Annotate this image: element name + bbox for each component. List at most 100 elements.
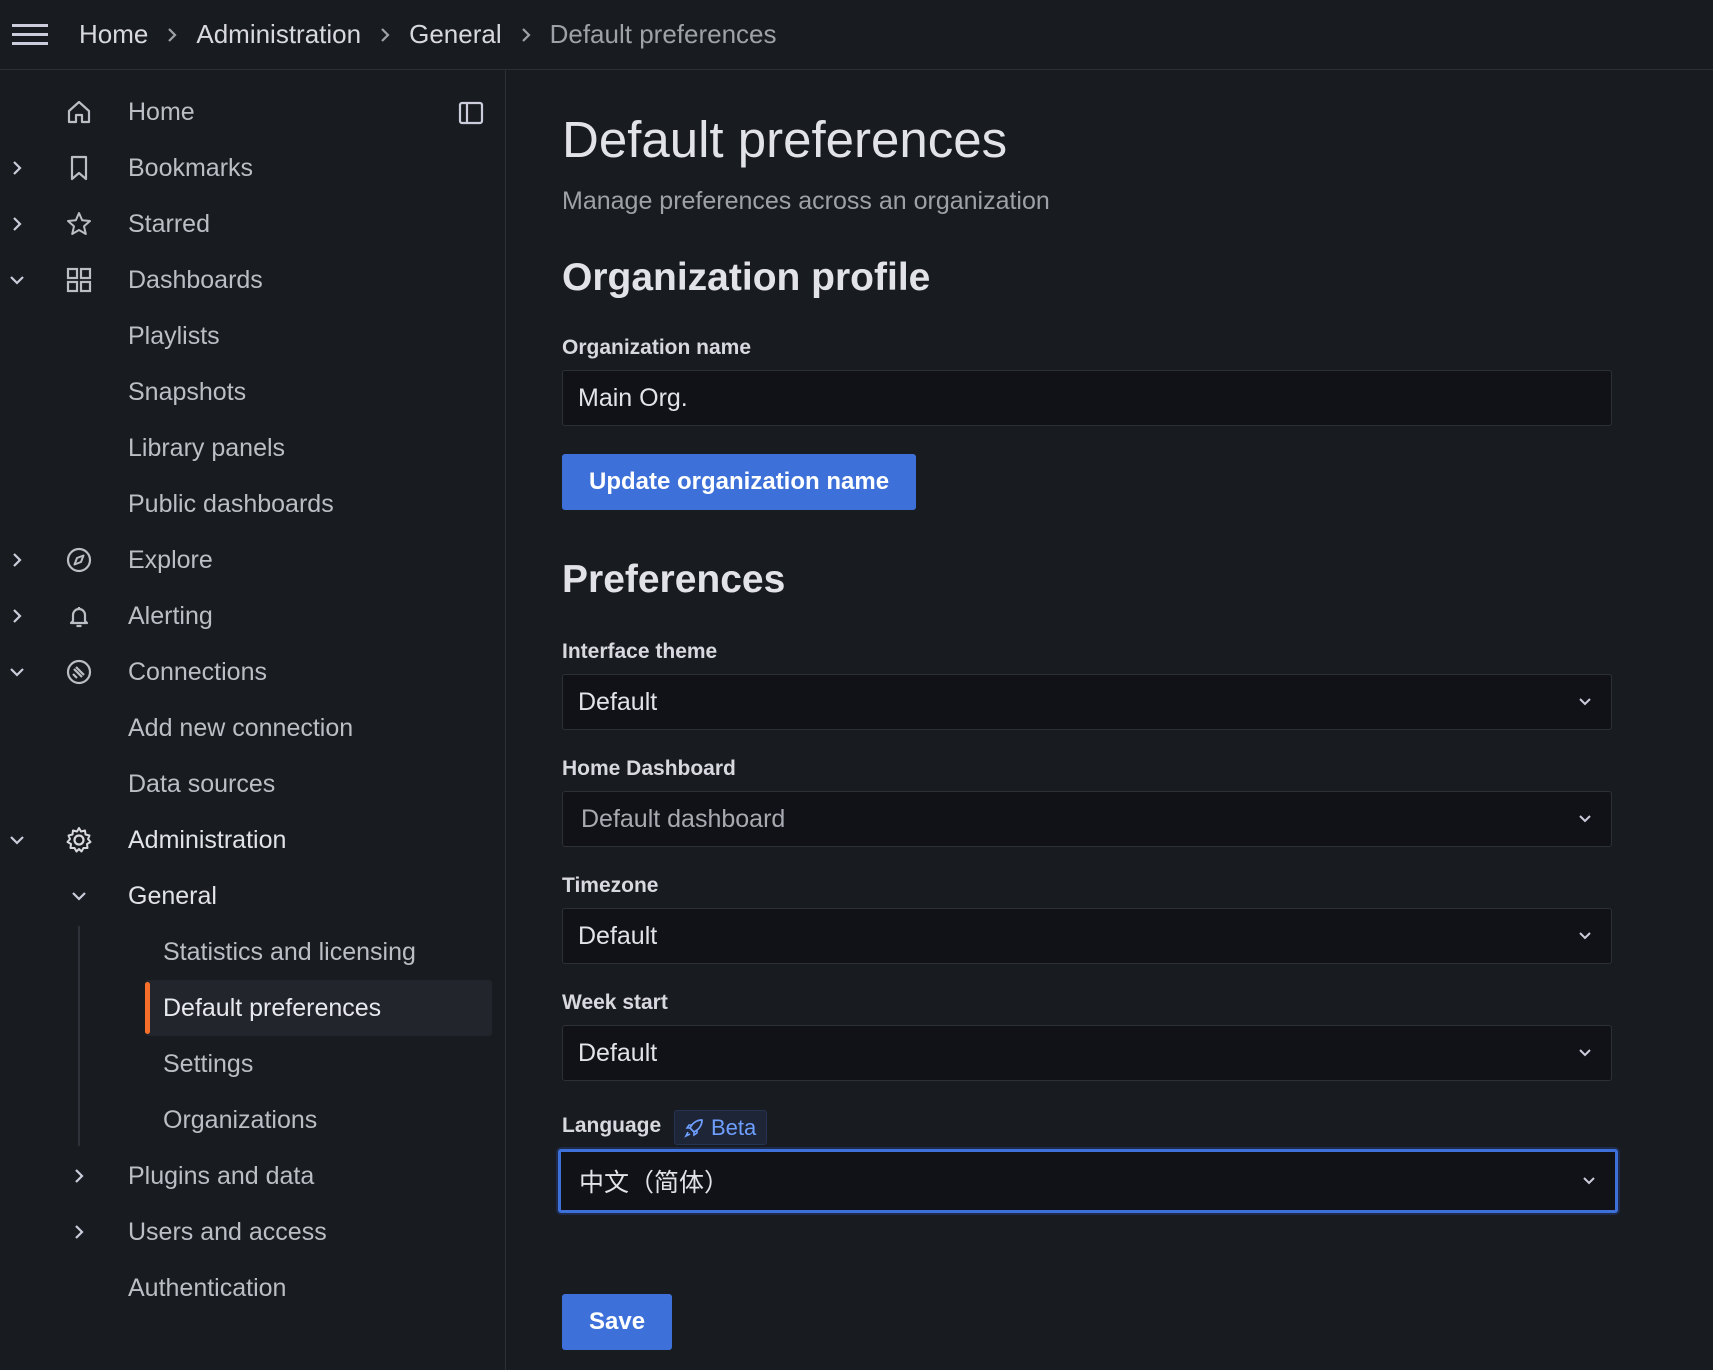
page-subtitle: Manage preferences across an organizatio… bbox=[562, 187, 1050, 215]
sidebar-item-label: Snapshots bbox=[128, 377, 247, 406]
save-button[interactable]: Save bbox=[562, 1294, 673, 1350]
sidebar-item-connections[interactable]: Connections bbox=[0, 644, 492, 700]
sidebar-item-label: Connections bbox=[128, 657, 267, 686]
chevron-down-icon[interactable] bbox=[6, 269, 28, 291]
sidebar-item-authentication[interactable]: Authentication bbox=[0, 1260, 492, 1316]
sidebar-item-explore[interactable]: Explore bbox=[0, 532, 492, 588]
breadcrumb-administration[interactable]: Administration bbox=[196, 19, 361, 50]
sidebar-item-default-preferences[interactable]: Default preferences bbox=[145, 980, 492, 1036]
chevron-right-icon[interactable] bbox=[6, 549, 28, 571]
breadcrumb-general[interactable]: General bbox=[409, 19, 502, 50]
sidebar-item-label: Alerting bbox=[128, 601, 213, 630]
active-indicator bbox=[145, 982, 150, 1034]
breadcrumb-current: Default preferences bbox=[549, 19, 777, 49]
sidebar-item-public-dashboards[interactable]: Public dashboards bbox=[0, 476, 492, 532]
chevron-down-icon[interactable] bbox=[68, 885, 90, 907]
breadcrumb-home[interactable]: Home bbox=[79, 19, 148, 50]
chevron-down-icon bbox=[1581, 1175, 1597, 1187]
sidebar-item-label: Add new connection bbox=[128, 713, 354, 742]
sidebar-item-dashboards[interactable]: Dashboards bbox=[0, 252, 492, 308]
sidebar-item-general[interactable]: General bbox=[0, 868, 492, 924]
apps-icon bbox=[64, 265, 94, 295]
chevron-right-icon[interactable] bbox=[6, 605, 28, 627]
sidebar-item-label: Public dashboards bbox=[128, 489, 334, 518]
sidebar-item-label: General bbox=[128, 881, 217, 910]
home-dashboard-placeholder: Default dashboard bbox=[581, 804, 786, 833]
sidebar-item-label: Plugins and data bbox=[128, 1161, 315, 1190]
sidebar: Home Bookmarks Starred Dashboards Playli… bbox=[0, 70, 506, 1370]
chevron-right-icon[interactable] bbox=[68, 1165, 90, 1187]
cog-icon bbox=[64, 825, 94, 855]
sidebar-item-administration[interactable]: Administration bbox=[0, 812, 492, 868]
sidebar-item-label: Playlists bbox=[128, 321, 220, 350]
chevron-down-icon bbox=[1577, 930, 1593, 942]
sidebar-item-settings[interactable]: Settings bbox=[0, 1036, 492, 1092]
sidebar-item-label: Starred bbox=[128, 209, 210, 238]
interface-theme-label: Interface theme bbox=[562, 640, 718, 663]
compass-icon bbox=[64, 545, 94, 575]
interface-theme-select[interactable]: Default bbox=[562, 674, 1612, 730]
home-dashboard-select[interactable]: Default dashboard bbox=[562, 791, 1612, 847]
sidebar-item-home[interactable]: Home bbox=[0, 84, 492, 140]
sidebar-item-playlists[interactable]: Playlists bbox=[0, 308, 492, 364]
week-start-label: Week start bbox=[562, 991, 668, 1014]
sidebar-item-label: Authentication bbox=[128, 1273, 287, 1302]
sidebar-item-label: Dashboards bbox=[128, 265, 263, 294]
home-icon bbox=[64, 97, 94, 127]
breadcrumb: Home Administration General Default pref… bbox=[79, 19, 777, 50]
language-value: 中文（简体） bbox=[579, 1169, 730, 1197]
interface-theme-value: Default bbox=[578, 687, 658, 716]
timezone-value: Default bbox=[578, 921, 658, 950]
sidebar-item-label: Data sources bbox=[128, 769, 276, 798]
bell-icon bbox=[64, 601, 94, 631]
week-start-value: Default bbox=[578, 1038, 658, 1067]
sidebar-item-statistics-and-licensing[interactable]: Statistics and licensing bbox=[0, 924, 492, 980]
home-dashboard-label: Home Dashboard bbox=[562, 757, 736, 780]
chevron-right-icon[interactable] bbox=[68, 1221, 90, 1243]
sidebar-item-starred[interactable]: Starred bbox=[0, 196, 492, 252]
chevron-down-icon bbox=[1577, 1047, 1593, 1059]
main-content: Default preferences Manage preferences a… bbox=[507, 70, 1713, 1370]
sidebar-item-label: Settings bbox=[163, 1049, 254, 1078]
chevron-down-icon[interactable] bbox=[6, 661, 28, 683]
sidebar-item-label: Organizations bbox=[163, 1105, 318, 1134]
sidebar-item-organizations[interactable]: Organizations bbox=[0, 1092, 492, 1148]
beta-badge-label: Beta bbox=[711, 1114, 757, 1140]
beta-badge: Beta bbox=[674, 1110, 768, 1145]
timezone-select[interactable]: Default bbox=[562, 908, 1612, 964]
week-start-select[interactable]: Default bbox=[562, 1025, 1612, 1081]
sidebar-item-label: Library panels bbox=[128, 433, 286, 462]
update-organization-name-button[interactable]: Update organization name bbox=[562, 454, 917, 510]
chevron-down-icon bbox=[1577, 813, 1593, 825]
sidebar-item-plugins-and-data[interactable]: Plugins and data bbox=[0, 1148, 492, 1204]
sidebar-item-add-new-connection[interactable]: Add new connection bbox=[0, 700, 492, 756]
top-bar: Home Administration General Default pref… bbox=[0, 0, 1713, 70]
sidebar-item-bookmarks[interactable]: Bookmarks bbox=[0, 140, 492, 196]
organization-name-input[interactable]: Main Org. bbox=[562, 370, 1612, 426]
sidebar-item-snapshots[interactable]: Snapshots bbox=[0, 364, 492, 420]
sidebar-item-label: Statistics and licensing bbox=[163, 937, 416, 966]
chevron-right-icon bbox=[379, 26, 391, 44]
organization-name-value: Main Org. bbox=[578, 383, 688, 412]
chevron-right-icon[interactable] bbox=[6, 213, 28, 235]
organization-name-label: Organization name bbox=[562, 336, 752, 359]
rocket-icon bbox=[683, 1117, 705, 1139]
sidebar-item-label: Bookmarks bbox=[128, 153, 254, 182]
bookmark-icon bbox=[64, 153, 94, 183]
sidebar-item-library-panels[interactable]: Library panels bbox=[0, 420, 492, 476]
language-select[interactable]: 中文（简体） bbox=[558, 1149, 1618, 1213]
sidebar-item-label: Home bbox=[128, 97, 195, 126]
sidebar-item-users-and-access[interactable]: Users and access bbox=[0, 1204, 492, 1260]
star-icon bbox=[64, 209, 94, 239]
sidebar-item-label: Users and access bbox=[128, 1217, 327, 1246]
menu-icon[interactable] bbox=[0, 0, 60, 70]
plug-icon bbox=[64, 657, 94, 687]
sidebar-item-alerting[interactable]: Alerting bbox=[0, 588, 492, 644]
chevron-down-icon[interactable] bbox=[6, 829, 28, 851]
organization-profile-heading: Organization profile bbox=[562, 256, 931, 299]
preferences-heading: Preferences bbox=[562, 558, 786, 601]
chevron-right-icon bbox=[166, 26, 178, 44]
sidebar-item-data-sources[interactable]: Data sources bbox=[0, 756, 492, 812]
chevron-right-icon[interactable] bbox=[6, 157, 28, 179]
timezone-label: Timezone bbox=[562, 874, 659, 897]
